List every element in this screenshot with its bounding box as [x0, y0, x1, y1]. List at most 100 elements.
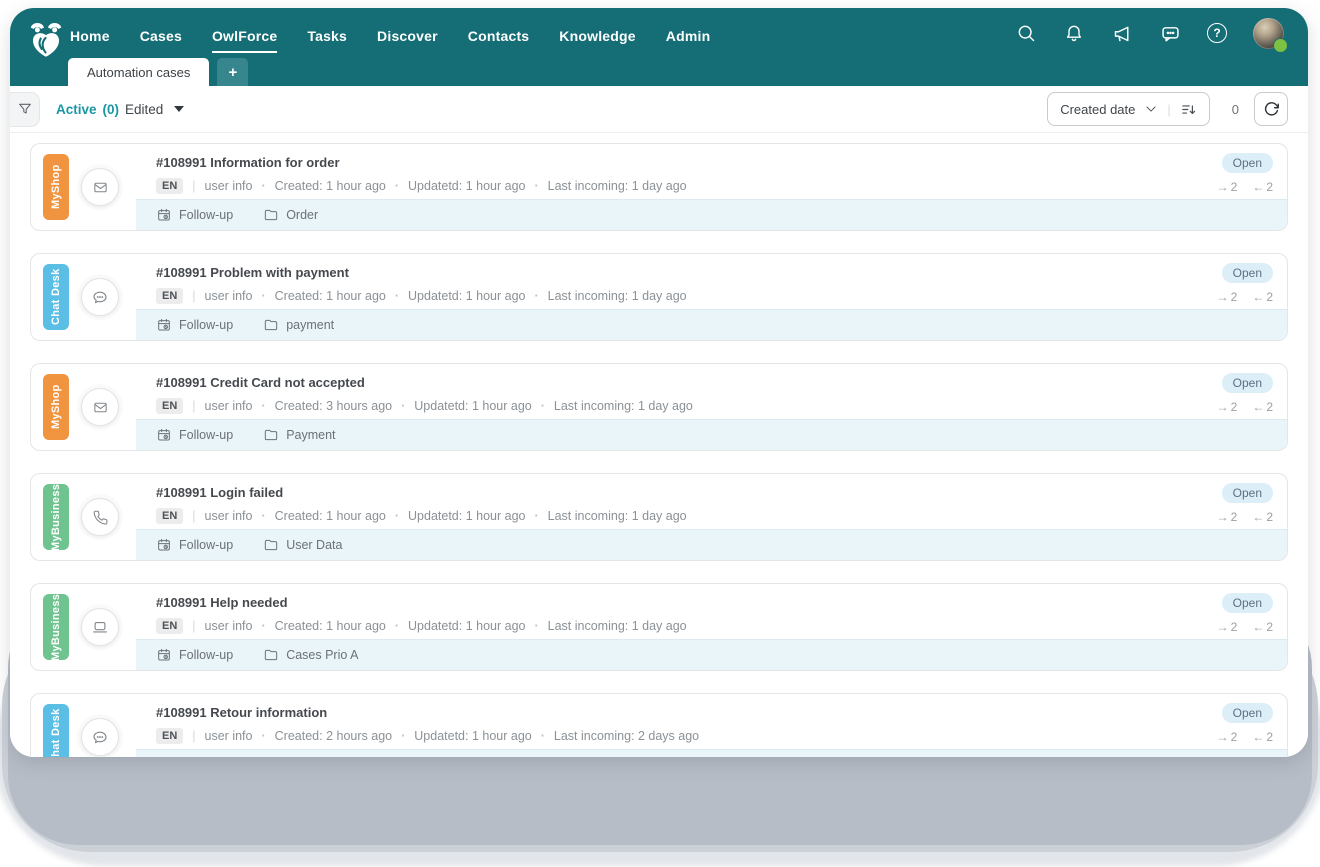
category-label: Order	[286, 208, 318, 222]
separator: |	[192, 619, 195, 633]
folder-icon	[263, 317, 279, 333]
case-meta: EN | user info · Created: 1 hour ago · U…	[156, 288, 1273, 304]
case-title[interactable]: #108991 Credit Card not accepted	[156, 375, 1273, 390]
nav-item[interactable]: Knowledge	[559, 13, 635, 53]
search-icon[interactable]	[1015, 22, 1037, 44]
message-counts: →2 ←2	[1217, 510, 1273, 524]
case-meta: EN | user info · Created: 1 hour ago · U…	[156, 508, 1273, 524]
outgoing-count: →2	[1217, 620, 1238, 634]
followup-tag[interactable]: Follow-up	[156, 427, 233, 443]
case-list: MyShop #108991 Information for order EN …	[10, 133, 1308, 757]
category-label: payment	[286, 318, 334, 332]
brand-tag[interactable]: MyShop	[43, 374, 69, 440]
chevron-down-icon	[1144, 102, 1158, 116]
arrow-left-icon: ←	[1252, 400, 1264, 414]
case-title[interactable]: #108991 Problem with payment	[156, 265, 1273, 280]
status-badge[interactable]: Open	[1222, 153, 1273, 173]
case-left-section: MyBusiness	[31, 474, 136, 560]
case-summary: #108991 Information for order EN | user …	[136, 144, 1287, 199]
nav-item[interactable]: Discover	[377, 13, 438, 53]
case-title[interactable]: #108991 Login failed	[156, 485, 1273, 500]
status-badge[interactable]: Open	[1222, 483, 1273, 503]
result-count: 0	[1232, 102, 1239, 117]
created-time: Created: 1 hour ago	[275, 619, 386, 633]
notifications-bell-icon[interactable]	[1063, 22, 1085, 44]
category-tag[interactable]: payment	[263, 317, 334, 333]
case-title[interactable]: #108991 Retour information	[156, 705, 1273, 720]
contact-name: user info	[205, 509, 253, 523]
arrow-right-icon: →	[1217, 510, 1229, 524]
arrow-left-icon: ←	[1252, 620, 1264, 634]
case-card[interactable]: MyShop #108991 Credit Card not accepted …	[30, 363, 1288, 451]
case-title[interactable]: #108991 Information for order	[156, 155, 1273, 170]
outgoing-count: →2	[1217, 400, 1238, 414]
nav-item[interactable]: Contacts	[468, 13, 530, 53]
brand-tag[interactable]: Chat Desk	[43, 264, 69, 330]
refresh-button[interactable]	[1254, 92, 1288, 126]
filter-button[interactable]	[10, 92, 40, 127]
case-card[interactable]: MyBusiness #108991 Help needed EN |	[30, 583, 1288, 671]
message-counts: →2 ←2	[1217, 620, 1273, 634]
nav-item[interactable]: Tasks	[307, 13, 347, 53]
brand-tag[interactable]: MyShop	[43, 154, 69, 220]
message-counts: →2 ←2	[1217, 180, 1273, 194]
status-badge[interactable]: Open	[1222, 373, 1273, 393]
nav-item[interactable]: Admin	[666, 13, 711, 53]
updated-time: Updatetd: 1 hour ago	[408, 179, 525, 193]
nav-item[interactable]: OwlForce	[212, 13, 277, 53]
user-avatar[interactable]	[1253, 18, 1284, 49]
incoming-count: ←2	[1252, 180, 1273, 194]
separator-dot: ·	[261, 619, 265, 633]
arrow-right-icon: →	[1217, 400, 1229, 414]
outgoing-count: →2	[1217, 510, 1238, 524]
followup-tag[interactable]: Follow-up	[156, 647, 233, 663]
category-tag[interactable]: Payment	[263, 427, 335, 443]
separator-dot: ·	[395, 619, 399, 633]
contact-name: user info	[205, 399, 253, 413]
messages-chat-icon[interactable]	[1159, 22, 1181, 44]
incoming-count: ←2	[1252, 620, 1273, 634]
followup-tag[interactable]: Follow-up	[156, 207, 233, 223]
case-card[interactable]: MyBusiness #108991 Login failed EN |	[30, 473, 1288, 561]
followup-tag[interactable]: Follow-up	[156, 317, 233, 333]
message-counts: →2 ←2	[1217, 400, 1273, 414]
followup-label: Follow-up	[179, 648, 233, 662]
last-incoming-time: Last incoming: 1 day ago	[548, 179, 687, 193]
channel-icon-circle	[81, 168, 119, 206]
status-badge[interactable]: Open	[1222, 263, 1273, 283]
case-left-section: MyShop	[31, 144, 136, 230]
sort-field-select[interactable]: Created date |	[1047, 92, 1210, 126]
brand-tag[interactable]: MyBusiness	[43, 594, 69, 660]
category-tag[interactable]: Cases Prio A	[263, 647, 358, 663]
case-card[interactable]: MyShop #108991 Information for order EN …	[30, 143, 1288, 231]
case-summary: #108991 Help needed EN | user info · Cre…	[136, 584, 1287, 639]
help-icon[interactable]: ?	[1207, 23, 1227, 43]
category-tag[interactable]: User Data	[263, 537, 342, 553]
nav-item[interactable]: Home	[70, 13, 110, 53]
case-card[interactable]: Chat Desk #108991 Problem with payment E…	[30, 253, 1288, 341]
status-badge[interactable]: Open	[1222, 703, 1273, 723]
nav-item[interactable]: Cases	[140, 13, 182, 53]
tab-automation-cases[interactable]: Automation cases	[68, 58, 209, 86]
case-title[interactable]: #108991 Help needed	[156, 595, 1273, 610]
email-channel-icon	[92, 179, 109, 196]
case-card[interactable]: Chat Desk #108991 Retour information EN …	[30, 693, 1288, 757]
last-incoming-time: Last incoming: 1 day ago	[554, 399, 693, 413]
sort-descending-icon[interactable]	[1180, 101, 1197, 118]
created-time: Created: 2 hours ago	[275, 729, 392, 743]
separator-dot: ·	[534, 289, 538, 303]
followup-tag[interactable]: Follow-up	[156, 537, 233, 553]
filter-status-selector[interactable]: Active (0) Edited	[56, 102, 184, 117]
status-badge[interactable]: Open	[1222, 593, 1273, 613]
calendar-clock-icon	[156, 647, 172, 663]
case-left-section: MyBusiness	[31, 584, 136, 670]
announcement-megaphone-icon[interactable]	[1111, 22, 1133, 44]
brand-tag[interactable]: MyBusiness	[43, 484, 69, 550]
channel-icon-circle	[81, 388, 119, 426]
separator: |	[192, 179, 195, 193]
category-label: Cases Prio A	[286, 648, 358, 662]
owl-logo-icon[interactable]	[23, 15, 69, 61]
category-tag[interactable]: Order	[263, 207, 318, 223]
brand-tag[interactable]: Chat Desk	[43, 704, 69, 757]
add-tab-button[interactable]: +	[217, 58, 248, 86]
